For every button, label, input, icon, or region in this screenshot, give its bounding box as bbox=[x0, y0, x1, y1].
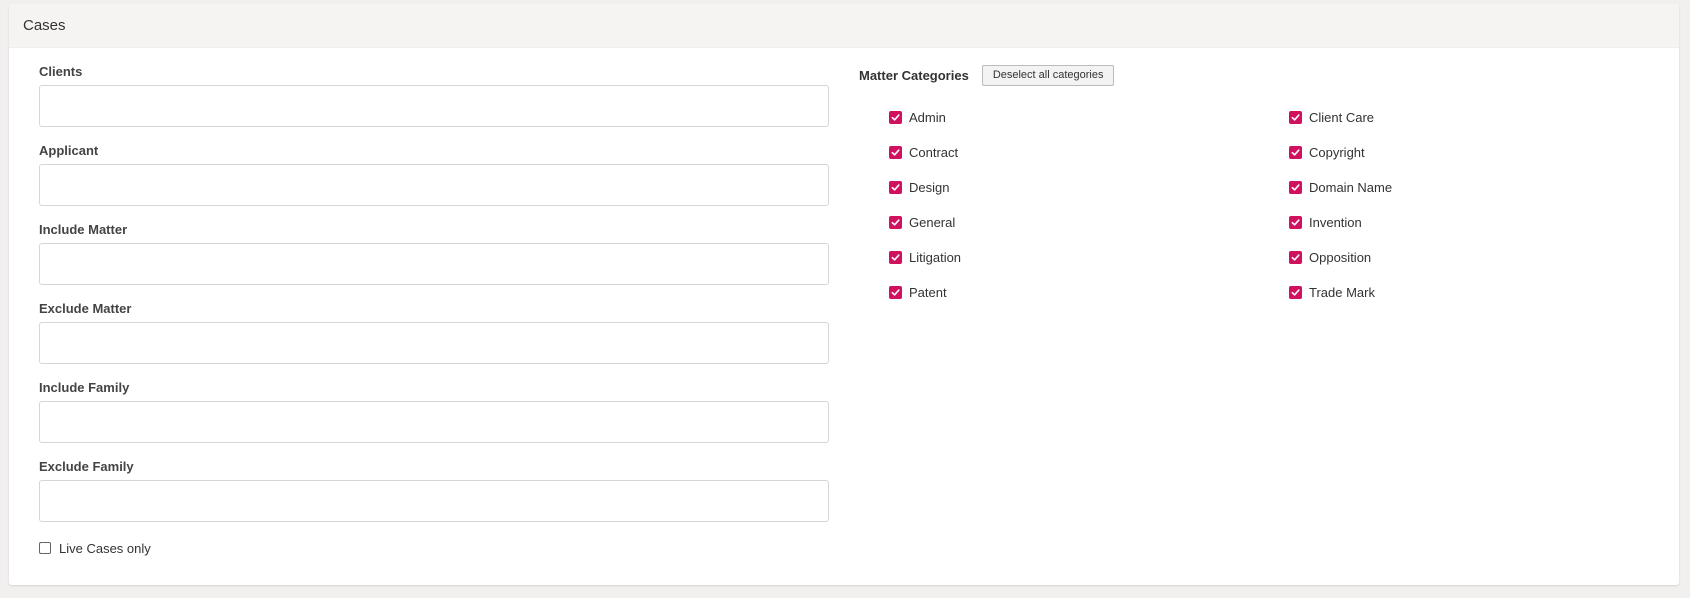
cases-panel: Cases Clients Applicant Include Matter E… bbox=[9, 4, 1679, 585]
category-label: Invention bbox=[1309, 215, 1362, 230]
category-label: Design bbox=[909, 180, 950, 195]
category-label: Copyright bbox=[1309, 145, 1365, 160]
checkbox-checked-icon[interactable] bbox=[889, 181, 902, 194]
include-family-group: Include Family bbox=[39, 380, 829, 459]
include-family-label: Include Family bbox=[39, 380, 130, 395]
category-copyright[interactable]: Copyright bbox=[1289, 135, 1679, 170]
checkbox-checked-icon[interactable] bbox=[1289, 181, 1302, 194]
exclude-family-group: Exclude Family bbox=[39, 459, 829, 538]
exclude-family-label: Exclude Family bbox=[39, 459, 134, 474]
category-domain-name[interactable]: Domain Name bbox=[1289, 170, 1679, 205]
checkbox-checked-icon[interactable] bbox=[889, 251, 902, 264]
deselect-all-button[interactable]: Deselect all categories bbox=[981, 64, 1115, 86]
text-filters: Clients Applicant Include Matter Exclude… bbox=[39, 64, 829, 558]
category-label: Litigation bbox=[909, 250, 962, 265]
category-label: General bbox=[909, 215, 956, 230]
clients-input[interactable] bbox=[39, 85, 829, 127]
panel-title: Cases bbox=[23, 17, 66, 34]
category-client-care[interactable]: Client Care bbox=[1289, 100, 1679, 135]
checkbox-checked-icon[interactable] bbox=[1289, 146, 1302, 159]
category-label: Admin bbox=[909, 110, 946, 125]
categories-grid: Admin Client Care Contract Copyright Des… bbox=[889, 100, 1659, 310]
applicant-input[interactable] bbox=[39, 164, 829, 206]
live-cases-label: Live Cases only bbox=[59, 540, 151, 556]
include-matter-input[interactable] bbox=[39, 243, 829, 285]
category-design[interactable]: Design bbox=[889, 170, 1289, 205]
checkbox-checked-icon[interactable] bbox=[889, 216, 902, 229]
checkbox-checked-icon[interactable] bbox=[1289, 286, 1302, 299]
category-opposition[interactable]: Opposition bbox=[1289, 240, 1679, 275]
include-matter-group: Include Matter bbox=[39, 222, 829, 301]
category-contract[interactable]: Contract bbox=[889, 135, 1289, 170]
checkbox-checked-icon[interactable] bbox=[889, 146, 902, 159]
live-cases-row[interactable]: Live Cases only bbox=[39, 538, 829, 558]
category-label: Contract bbox=[909, 145, 959, 160]
checkbox-checked-icon[interactable] bbox=[1289, 251, 1302, 264]
exclude-matter-label: Exclude Matter bbox=[39, 301, 132, 316]
category-invention[interactable]: Invention bbox=[1289, 205, 1679, 240]
applicant-label: Applicant bbox=[39, 143, 99, 158]
category-label: Trade Mark bbox=[1309, 285, 1375, 300]
clients-label: Clients bbox=[39, 64, 83, 79]
matter-categories: Matter Categories Deselect all categorie… bbox=[859, 64, 1659, 310]
category-general[interactable]: General bbox=[889, 205, 1289, 240]
category-patent[interactable]: Patent bbox=[889, 275, 1289, 310]
live-cases-checkbox[interactable] bbox=[39, 542, 51, 554]
include-family-input[interactable] bbox=[39, 401, 829, 443]
exclude-family-input[interactable] bbox=[39, 480, 829, 522]
checkbox-checked-icon[interactable] bbox=[889, 111, 902, 124]
include-matter-label: Include Matter bbox=[39, 222, 128, 237]
categories-header: Matter Categories Deselect all categorie… bbox=[859, 64, 1659, 86]
checkbox-checked-icon[interactable] bbox=[1289, 111, 1302, 124]
categories-title: Matter Categories bbox=[859, 67, 969, 83]
exclude-matter-input[interactable] bbox=[39, 322, 829, 364]
category-litigation[interactable]: Litigation bbox=[889, 240, 1289, 275]
category-label: Client Care bbox=[1309, 110, 1375, 125]
category-trade-mark[interactable]: Trade Mark bbox=[1289, 275, 1679, 310]
category-admin[interactable]: Admin bbox=[889, 100, 1289, 135]
category-label: Opposition bbox=[1309, 250, 1372, 265]
panel-header: Cases bbox=[9, 4, 1679, 48]
category-label: Domain Name bbox=[1309, 180, 1393, 195]
clients-group: Clients bbox=[39, 64, 829, 143]
exclude-matter-group: Exclude Matter bbox=[39, 301, 829, 380]
applicant-group: Applicant bbox=[39, 143, 829, 222]
checkbox-checked-icon[interactable] bbox=[1289, 216, 1302, 229]
checkbox-checked-icon[interactable] bbox=[889, 286, 902, 299]
category-label: Patent bbox=[909, 285, 947, 300]
